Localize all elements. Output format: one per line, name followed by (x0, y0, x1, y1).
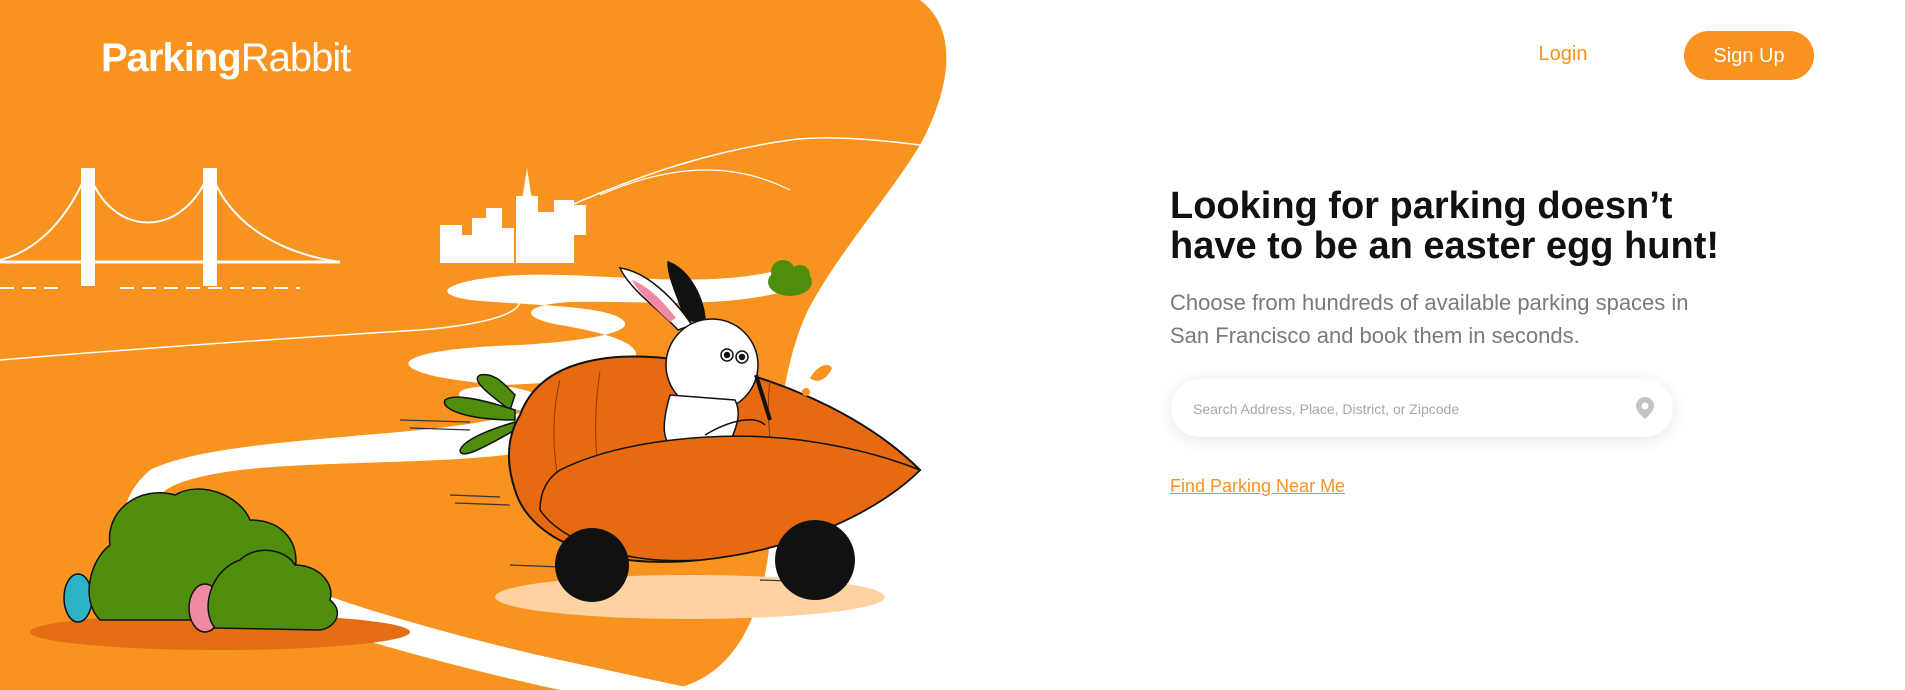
location-pin-icon[interactable] (1636, 397, 1654, 419)
sweat-drops (802, 365, 832, 396)
wheel-rear (555, 528, 629, 602)
brand-logo-light: Rabbit (240, 36, 352, 80)
signup-button[interactable]: Sign Up (1684, 31, 1814, 80)
login-link[interactable]: Login (1518, 36, 1608, 72)
search-box (1171, 379, 1673, 439)
hero-headline: Looking for parking doesn’t have to be a… (1170, 185, 1719, 267)
brand-logo[interactable]: ParkingRabbit (101, 34, 352, 82)
brand-logo-bold: Parking (101, 36, 242, 80)
search-input[interactable] (1191, 379, 1635, 439)
hero-subtext: Choose from hundreds of available parkin… (1170, 290, 1689, 348)
wheel-front (775, 520, 855, 600)
find-parking-near-me-link[interactable]: Find Parking Near Me (1170, 476, 1345, 497)
hero-illustration (0, 0, 947, 690)
